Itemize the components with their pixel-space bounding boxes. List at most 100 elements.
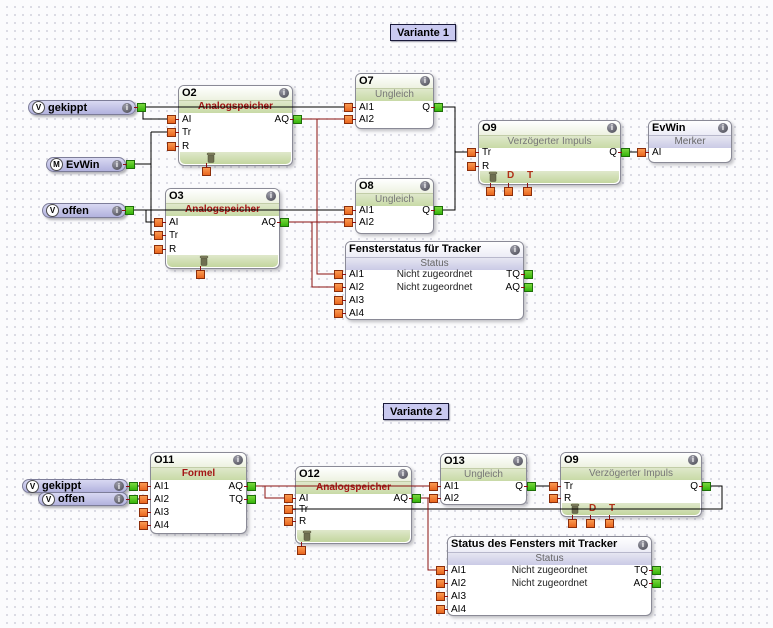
pin-o12-ai[interactable] bbox=[284, 494, 296, 503]
info-icon[interactable] bbox=[420, 181, 430, 191]
trash-icon[interactable] bbox=[206, 152, 216, 163]
pin-o9v1-r[interactable] bbox=[467, 162, 479, 171]
trash-icon[interactable] bbox=[302, 530, 312, 541]
pin-fs-ai2[interactable] bbox=[334, 283, 346, 292]
pin-o11-ai4[interactable] bbox=[139, 521, 151, 530]
block-fensterstatus-tracker[interactable]: Fensterstatus für Tracker Status AI1 AI2… bbox=[345, 241, 524, 320]
pin-o11-ai1[interactable] bbox=[139, 482, 151, 491]
pin-status-ai3[interactable] bbox=[436, 592, 448, 601]
info-icon[interactable] bbox=[688, 455, 698, 465]
pin-out-gekippt-v1[interactable] bbox=[134, 103, 146, 112]
pin-o12-aq[interactable] bbox=[409, 494, 421, 503]
pin-o2-aq[interactable] bbox=[290, 115, 302, 124]
pin-o9v2-q[interactable] bbox=[699, 482, 711, 491]
info-icon[interactable] bbox=[122, 102, 132, 113]
info-icon[interactable] bbox=[607, 123, 617, 133]
pin-o8-q[interactable] bbox=[431, 206, 443, 215]
info-icon[interactable] bbox=[114, 494, 124, 504]
pin-evwin-ai[interactable] bbox=[637, 148, 649, 157]
pin-out-offen-v2[interactable] bbox=[126, 495, 138, 504]
pin-o13-ai1[interactable] bbox=[429, 482, 441, 491]
pin-o11-tq[interactable] bbox=[244, 495, 256, 504]
info-icon[interactable] bbox=[114, 481, 124, 491]
block-o9-verzoegerter-impuls-v1[interactable]: O9 Verzögerter Impuls Tr R Q D T bbox=[478, 120, 621, 185]
pin-o13-ai2[interactable] bbox=[429, 494, 441, 503]
pin-o3-tr[interactable] bbox=[154, 231, 166, 240]
block-status-fenster-tracker[interactable]: Status des Fensters mit Tracker Status A… bbox=[447, 536, 652, 616]
pin-o11-aq[interactable] bbox=[244, 482, 256, 491]
block-o9-verzoegerter-impuls-v2[interactable]: O9 Verzögerter Impuls Tr R Q D T bbox=[560, 452, 702, 517]
info-icon[interactable] bbox=[513, 456, 523, 466]
pin-o7-q[interactable] bbox=[431, 103, 443, 112]
info-icon[interactable] bbox=[398, 469, 408, 479]
pin-o9v2-r[interactable] bbox=[549, 494, 561, 503]
pin-o12-tr[interactable] bbox=[284, 505, 296, 514]
pin-o11-ai2[interactable] bbox=[139, 495, 151, 504]
pin-out-evwin-v1[interactable] bbox=[123, 160, 135, 169]
block-o2-analogspeicher[interactable]: O2 Analogspeicher AI Tr R AQ bbox=[178, 85, 293, 166]
pin-status-tq[interactable] bbox=[649, 566, 661, 575]
pin-o2-tr[interactable] bbox=[167, 128, 179, 137]
pin-o12-r[interactable] bbox=[284, 517, 296, 526]
pin-o8-ai2[interactable] bbox=[344, 218, 356, 227]
block-o12-analogspeicher[interactable]: O12 Analogspeicher AI Tr R AQ bbox=[295, 466, 412, 544]
wire-o8q-o9tr[interactable] bbox=[438, 152, 456, 211]
block-o13-ungleich[interactable]: O13 Ungleich AI1 AI2 Q bbox=[440, 453, 527, 505]
pin-o2-r[interactable] bbox=[167, 142, 179, 151]
wire-o2aq-fsai1[interactable] bbox=[316, 119, 338, 275]
wire-o7q-o9tr[interactable] bbox=[438, 106, 471, 153]
pin-o9v1-t[interactable] bbox=[523, 183, 532, 196]
tag-offen-v1[interactable]: V offen bbox=[42, 203, 126, 218]
pin-status-ai2[interactable] bbox=[436, 579, 448, 588]
pin-o3-ai[interactable] bbox=[154, 218, 166, 227]
tag-evwin-v1[interactable]: M EvWin bbox=[46, 157, 126, 172]
tag-gekippt-v2[interactable]: V gekippt bbox=[22, 479, 128, 493]
pin-fs-tq[interactable] bbox=[521, 270, 533, 279]
pin-o9v2-t[interactable] bbox=[605, 515, 614, 528]
pin-status-aq[interactable] bbox=[649, 579, 661, 588]
pin-fs-ai3[interactable] bbox=[334, 296, 346, 305]
info-icon[interactable] bbox=[638, 539, 648, 550]
tag-offen-v2[interactable]: V offen bbox=[38, 492, 128, 506]
pin-o9v1-tr[interactable] bbox=[467, 148, 479, 157]
trash-icon[interactable] bbox=[199, 255, 209, 266]
wire-o12aq-statusai1[interactable] bbox=[427, 498, 440, 571]
pin-o9v1-d[interactable] bbox=[504, 183, 513, 196]
pin-o3-param[interactable] bbox=[196, 266, 205, 279]
block-o7-ungleich[interactable]: O7 Ungleich AI1 AI2 Q bbox=[355, 73, 434, 129]
pin-fs-ai4[interactable] bbox=[334, 309, 346, 318]
trash-icon[interactable] bbox=[488, 171, 498, 182]
block-evwin-merker[interactable]: EvWin Merker AI bbox=[648, 120, 732, 163]
pin-o11-ai3[interactable] bbox=[139, 508, 151, 517]
pin-status-ai1[interactable] bbox=[436, 566, 448, 575]
pin-o13-q[interactable] bbox=[524, 482, 536, 491]
trash-icon[interactable] bbox=[570, 503, 580, 514]
pin-o7-ai1[interactable] bbox=[344, 103, 356, 112]
info-icon[interactable] bbox=[112, 159, 122, 170]
pin-o3-aq[interactable] bbox=[277, 218, 289, 227]
pin-o9v1-q[interactable] bbox=[618, 148, 630, 157]
info-icon[interactable] bbox=[510, 244, 520, 255]
pin-fs-aq[interactable] bbox=[521, 283, 533, 292]
pin-o9v2-d[interactable] bbox=[586, 515, 595, 528]
info-icon[interactable] bbox=[279, 88, 289, 98]
pin-o9v2-tr[interactable] bbox=[549, 482, 561, 491]
block-o11-formel[interactable]: O11 Formel AI1 AI2 AI3 AI4 AQ TQ bbox=[150, 452, 247, 534]
tag-gekippt-v1[interactable]: V gekippt bbox=[28, 100, 136, 115]
info-icon[interactable] bbox=[718, 123, 728, 133]
info-icon[interactable] bbox=[233, 455, 243, 465]
pin-o9v1-param[interactable] bbox=[486, 183, 495, 196]
pin-o2-param[interactable] bbox=[202, 163, 211, 176]
info-icon[interactable] bbox=[420, 76, 430, 86]
pin-o3-r[interactable] bbox=[154, 245, 166, 254]
pin-o9v2-param[interactable] bbox=[568, 515, 577, 528]
pin-o12-param[interactable] bbox=[297, 542, 306, 555]
block-o3-analogspeicher[interactable]: O3 Analogspeicher AI Tr R AQ bbox=[165, 188, 280, 269]
info-icon[interactable] bbox=[112, 205, 122, 216]
pin-out-gekippt-v2[interactable] bbox=[126, 482, 138, 491]
pin-fs-ai1[interactable] bbox=[334, 270, 346, 279]
pin-o8-ai1[interactable] bbox=[344, 206, 356, 215]
info-icon[interactable] bbox=[266, 191, 276, 201]
pin-o2-ai[interactable] bbox=[167, 115, 179, 124]
pin-o7-ai2[interactable] bbox=[344, 115, 356, 124]
